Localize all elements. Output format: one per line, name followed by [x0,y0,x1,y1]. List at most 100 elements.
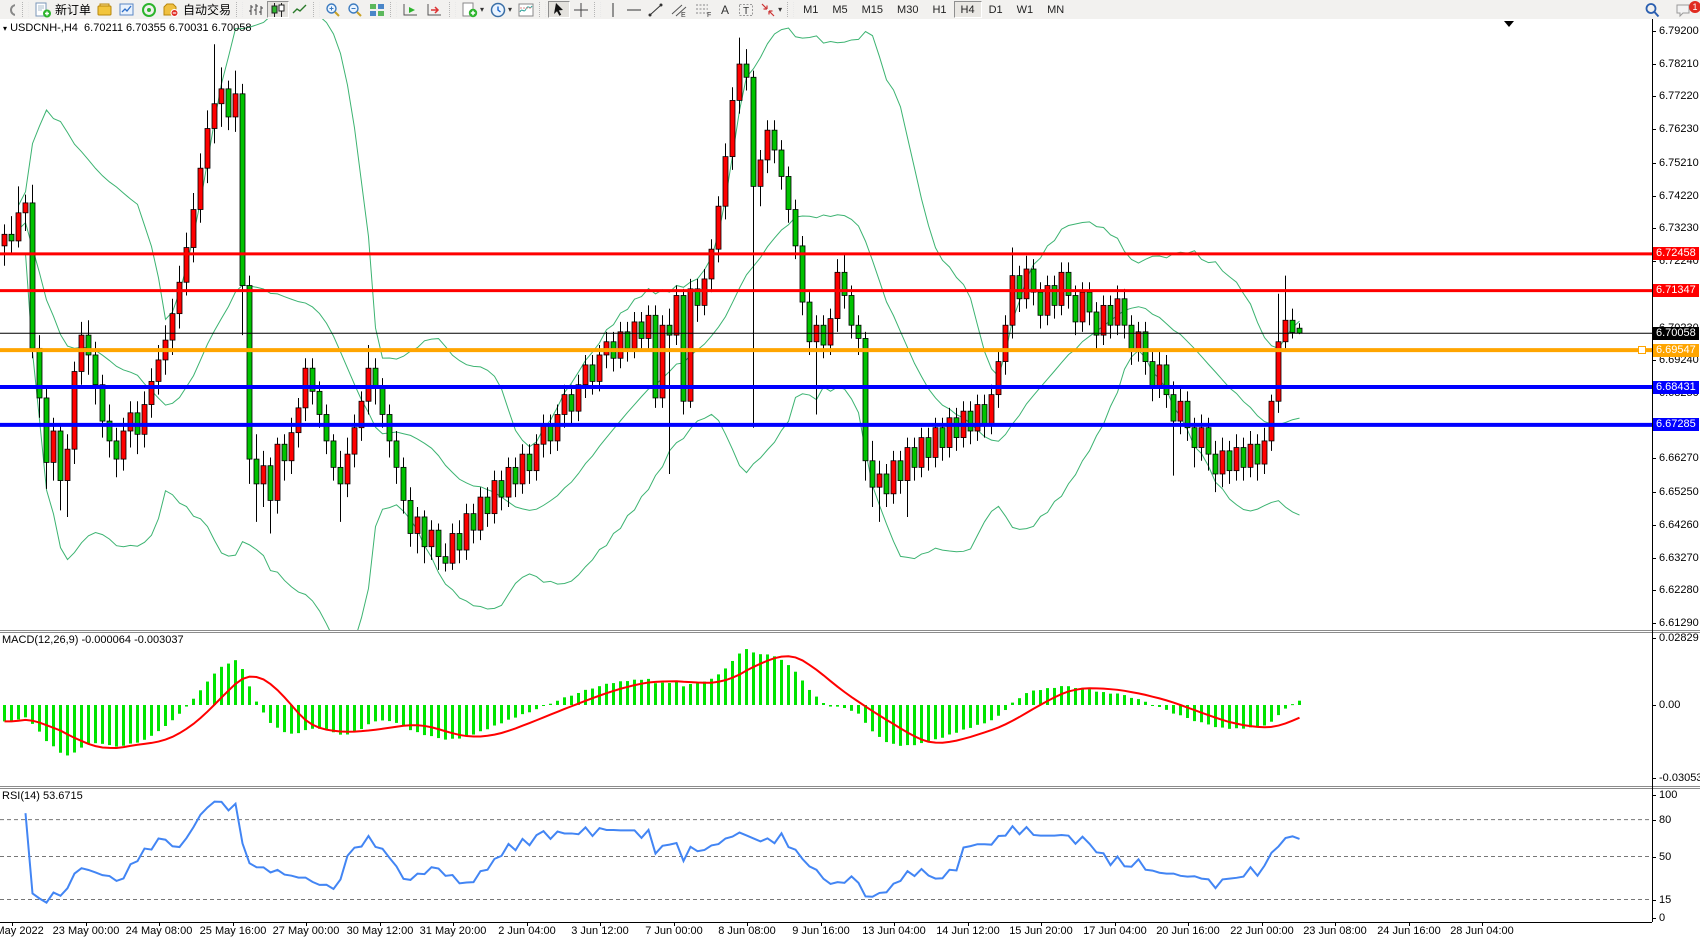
signals-button[interactable] [138,1,160,18]
candlestick-type-button[interactable] [267,1,289,18]
chart-dropdown-icon[interactable]: ▾ [3,24,7,33]
candle-body [156,360,161,381]
crosshair-icon [573,2,589,18]
autotrading-icon [163,2,180,18]
macd-histogram-bar [752,652,755,705]
candle-body [72,371,77,449]
trendline-button[interactable] [645,1,667,18]
line-handle[interactable] [1638,346,1646,354]
macd-canvas [0,633,1652,786]
indicators-list-button[interactable] [515,1,537,18]
macd-histogram-bar [38,705,41,732]
partial-toolbar-icon-button[interactable] [0,1,20,18]
rsi-pane[interactable] [0,789,1652,922]
timeframe-m30[interactable]: M30 [890,1,925,18]
candle-body [268,466,273,501]
candle-body [1234,448,1239,471]
timeframe-d1[interactable]: D1 [982,1,1010,18]
candle-body [1024,269,1029,299]
cursor-button[interactable] [548,1,570,18]
macd-histogram-bar [738,654,741,705]
macd-histogram-bar [955,705,958,733]
main-chart-pane[interactable] [0,19,1652,630]
macd-histogram-bar [850,705,853,711]
zoom-out-button[interactable] [344,1,366,18]
toolbar-separator [236,2,243,17]
macd-histogram-bar [360,705,363,729]
macd-histogram-bar [1123,695,1126,705]
line-chart-type-icon [292,2,308,18]
search-button[interactable] [1640,1,1664,18]
macd-histogram-bar [1151,705,1154,706]
price-axis[interactable]: 6.792006.782106.772206.762306.752106.742… [1652,19,1700,630]
auto-scroll-button[interactable] [399,1,423,18]
candle-body [744,64,749,77]
macd-histogram-bar [542,705,545,706]
equidistant-channel-button[interactable]: E [667,1,691,18]
market-watch-button[interactable] [116,1,138,18]
timeframe-m5[interactable]: M5 [825,1,854,18]
timeframe-h4[interactable]: H4 [954,1,982,18]
line-chart-type-button[interactable] [289,1,311,18]
text-label-button[interactable]: T [735,1,757,18]
candle-body [975,405,980,431]
arrows-icon [760,2,776,18]
time-label: 7 Jun 00:00 [645,925,703,937]
candle-body [499,481,504,498]
macd-histogram-bar [3,705,6,721]
fibonacci-button[interactable]: F [691,1,715,18]
candle-body [786,176,791,209]
macd-histogram-bar [458,705,461,739]
candle-body [1087,292,1092,312]
timeframe-w1[interactable]: W1 [1010,1,1041,18]
candle-body [905,448,910,481]
macd-histogram-bar [822,703,825,705]
timeframe-m1[interactable]: M1 [796,1,825,18]
time-axis[interactable]: 19 May 202223 May 00:0024 May 08:0025 Ma… [0,922,1652,937]
arrows-button[interactable]: ▾ [757,1,785,18]
new-order-button[interactable]: 新订单 [31,1,94,18]
chart-shift-button[interactable] [423,1,447,18]
candle-body [1283,320,1288,341]
bar-chart-type-button[interactable] [245,1,267,18]
rsi-axis: 1008050150 [1652,789,1700,922]
candle-body [891,461,896,494]
candle-body [1164,365,1169,395]
tile-windows-button[interactable] [366,1,388,18]
crosshair-button[interactable] [570,1,592,18]
chevron-down-icon[interactable]: ▾ [778,5,782,14]
time-label: 27 May 00:00 [273,925,340,937]
text-button[interactable]: A [715,1,735,18]
macd-histogram-bar [612,683,615,705]
horizontal-line-button[interactable] [623,1,645,18]
macd-histogram-bar [976,705,979,725]
macd-histogram-bar [570,696,573,705]
time-label: 15 Jun 20:00 [1009,925,1073,937]
macd-histogram-bar [66,705,69,755]
candle-body [394,441,399,467]
autotrading-button[interactable]: 自动交易 [160,1,234,18]
chat-button[interactable]: 1 [1672,1,1696,18]
macd-histogram-bar [283,705,286,732]
zoom-in-button[interactable] [322,1,344,18]
chevron-down-icon[interactable]: ▾ [508,5,512,14]
new-chart-button[interactable]: ▾ [458,1,487,18]
candle-body [170,314,175,340]
macd-histogram-layer [3,649,1301,755]
candle-body [114,441,119,459]
time-label: 2 Jun 04:00 [498,925,556,937]
bollinger-middle-band [19,215,1300,511]
timeframe-mn[interactable]: MN [1040,1,1071,18]
zoom-in-icon [325,2,341,18]
timeframe-m15[interactable]: M15 [855,1,890,18]
candle-body [772,130,777,150]
vertical-line-button[interactable] [603,1,623,18]
macd-histogram-bar [444,705,447,740]
macd-pane[interactable] [0,633,1652,786]
timeframe-h1[interactable]: H1 [925,1,953,18]
chart-shift-marker[interactable] [1504,21,1514,27]
chart-profiles-button[interactable] [94,1,116,18]
macd-histogram-bar [1158,705,1161,707]
period-selector-button[interactable]: ▾ [487,1,515,18]
chevron-down-icon[interactable]: ▾ [480,5,484,14]
